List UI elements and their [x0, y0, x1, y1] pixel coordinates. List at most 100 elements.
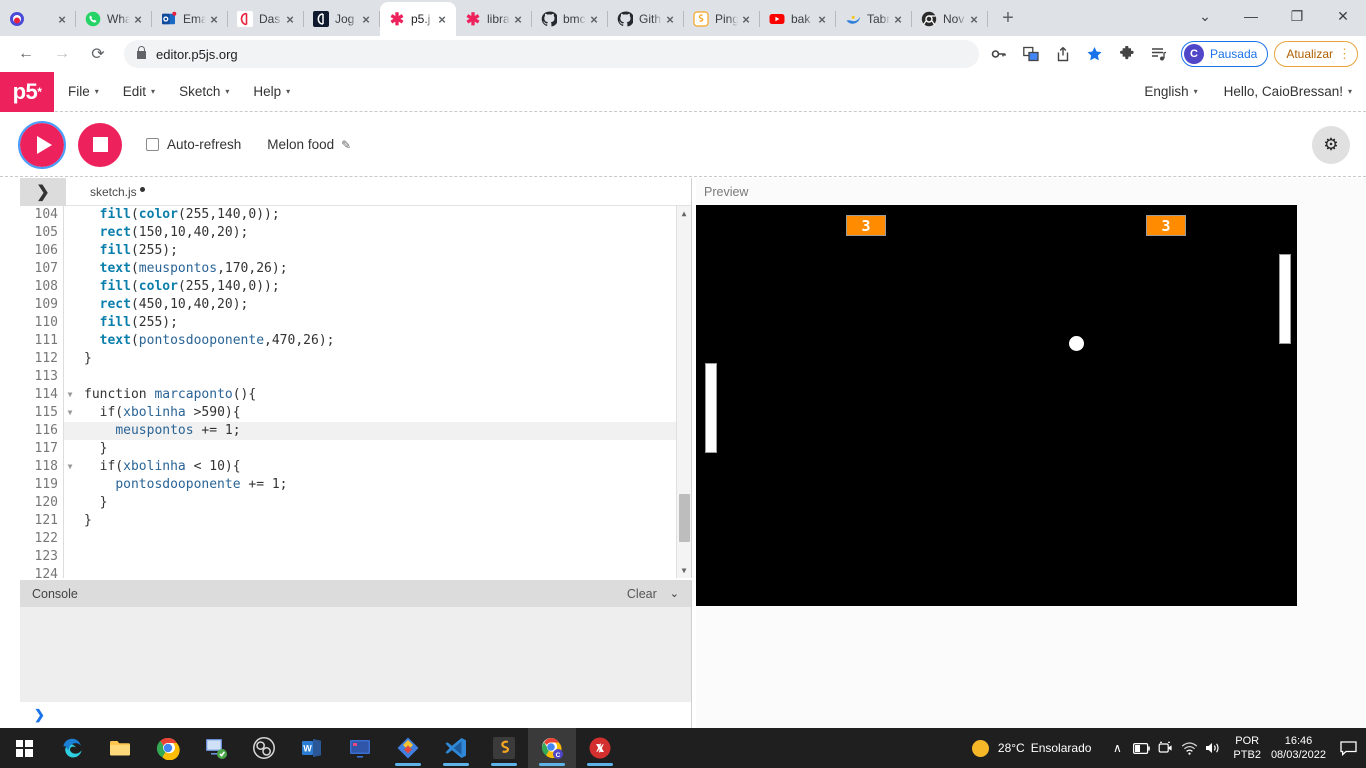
sketch-name-field[interactable]: Melon food ✎ — [267, 137, 351, 152]
settings-button[interactable]: ⚙ — [1312, 125, 1350, 164]
code-line[interactable]: 116 meuspontos += 1; — [20, 422, 691, 440]
browser-tab[interactable]: bmc × — [532, 2, 608, 36]
volume-icon[interactable] — [1201, 733, 1225, 763]
tab-close-icon[interactable]: × — [434, 11, 450, 27]
tab-close-icon[interactable]: × — [586, 11, 602, 27]
code-line[interactable]: 109 rect(450,10,40,20); — [20, 296, 691, 314]
code-fold-icon[interactable]: ▼ — [64, 404, 76, 422]
scroll-up-arrow[interactable]: ▲ — [677, 206, 691, 221]
code-line[interactable]: 115 ▼ if(xbolinha >590){ — [20, 404, 691, 422]
p5-menu-help[interactable]: Help ▾ — [253, 84, 290, 99]
p5-menu-file[interactable]: File ▾ — [68, 84, 99, 99]
tab-close-icon[interactable]: × — [662, 11, 678, 27]
code-line[interactable]: 113 — [20, 368, 691, 386]
browser-tab[interactable]: Wha × — [76, 2, 152, 36]
browser-tab[interactable]: Jog × — [304, 2, 380, 36]
profile-button[interactable]: C Pausada — [1180, 41, 1269, 67]
new-tab-button[interactable]: + — [994, 4, 1022, 32]
auto-refresh-checkbox[interactable] — [146, 138, 159, 151]
tab-close-icon[interactable]: × — [206, 11, 222, 27]
editor-scrollbar[interactable]: ▲ ▼ — [676, 206, 691, 578]
tab-close-icon[interactable]: × — [282, 11, 298, 27]
taskbar-word-button[interactable]: W — [288, 728, 336, 768]
close-window-button[interactable]: ✕ — [1320, 0, 1366, 32]
tab-close-icon[interactable]: × — [510, 11, 526, 27]
editor-scrollbar-thumb[interactable] — [679, 494, 690, 542]
taskbar-paint-net-button[interactable] — [384, 728, 432, 768]
code-line[interactable]: 104 fill(color(255,140,0)); — [20, 206, 691, 224]
taskbar-chrome-profile-button[interactable]: C — [528, 728, 576, 768]
code-line[interactable]: 117 } — [20, 440, 691, 458]
code-line[interactable]: 110 fill(255); — [20, 314, 691, 332]
code-line[interactable]: 111 text(pontosdooponente,470,26); — [20, 332, 691, 350]
taskbar-monitor-app-button[interactable] — [336, 728, 384, 768]
browser-tab[interactable]: Das × — [228, 2, 304, 36]
weather-widget[interactable]: 28°C Ensolarado — [971, 739, 1091, 757]
code-line[interactable]: 108 fill(color(255,140,0)); — [20, 278, 691, 296]
reading-list-icon[interactable] — [1146, 41, 1172, 67]
console-input[interactable]: ❯ — [20, 702, 691, 728]
maximize-button[interactable]: ❐ — [1274, 0, 1320, 32]
p5-menu-edit[interactable]: Edit ▾ — [123, 84, 155, 99]
browser-tab[interactable]: ✱ libra × — [456, 2, 532, 36]
minimize-button[interactable]: — — [1228, 0, 1274, 32]
code-line[interactable]: 121} — [20, 512, 691, 530]
language-selector[interactable]: English ▾ — [1144, 84, 1197, 99]
p5-menu-sketch[interactable]: Sketch ▾ — [179, 84, 229, 99]
forward-icon[interactable]: → — [48, 40, 76, 68]
camera-icon[interactable] — [1153, 733, 1177, 763]
translate-icon[interactable] — [1018, 41, 1044, 67]
auto-refresh-toggle[interactable]: Auto-refresh — [146, 137, 241, 152]
sketch-canvas[interactable]: 3 3 — [696, 205, 1297, 606]
taskbar-vscode-button[interactable] — [432, 728, 480, 768]
update-button[interactable]: Atualizar ⋮ — [1274, 41, 1358, 67]
code-line[interactable]: 107 text(meuspontos,170,26); — [20, 260, 691, 278]
reload-icon[interactable]: ⟳ — [84, 40, 112, 68]
chevron-down-icon[interactable]: ⌄ — [670, 587, 679, 600]
tab-close-icon[interactable]: × — [738, 11, 754, 27]
code-line[interactable]: 112} — [20, 350, 691, 368]
browser-tab[interactable]: Nov × — [912, 2, 988, 36]
stop-sketch-button[interactable] — [78, 122, 122, 167]
back-icon[interactable]: ← — [12, 40, 40, 68]
code-fold-icon[interactable]: ▼ — [64, 458, 76, 476]
pencil-edit-icon[interactable]: ✎ — [341, 138, 351, 152]
show-hidden-icons-chevron[interactable]: ∧ — [1105, 733, 1129, 763]
tab-search-button[interactable]: ⌄ — [1182, 0, 1228, 32]
browser-tab[interactable]: Ping × — [684, 2, 760, 36]
code-line[interactable]: 120 } — [20, 494, 691, 512]
tab-close-icon[interactable]: × — [54, 11, 70, 27]
browser-tab[interactable]: Ema × — [152, 2, 228, 36]
console-clear-button[interactable]: Clear — [627, 587, 657, 601]
p5-logo[interactable]: p5 * — [0, 71, 54, 112]
address-bar[interactable]: editor.p5js.org — [124, 40, 979, 68]
file-tab-sketch-js[interactable]: sketch.js — [90, 185, 145, 199]
code-line[interactable]: 106 fill(255); — [20, 242, 691, 260]
battery-icon[interactable] — [1129, 733, 1153, 763]
share-icon[interactable] — [1050, 41, 1076, 67]
notification-center-icon[interactable] — [1336, 740, 1360, 756]
start-button[interactable] — [0, 728, 48, 768]
taskbar-chrome-button[interactable] — [144, 728, 192, 768]
language-indicator[interactable]: POR PTB2 — [1233, 734, 1261, 762]
chrome-menu-icon[interactable]: ⋮ — [1338, 46, 1351, 62]
wifi-icon[interactable] — [1177, 733, 1201, 763]
run-sketch-button[interactable] — [18, 120, 66, 169]
tab-close-icon[interactable]: × — [130, 11, 146, 27]
browser-tab[interactable]: × — [0, 2, 76, 36]
extensions-puzzle-icon[interactable] — [1114, 41, 1140, 67]
code-line[interactable]: 118 ▼ if(xbolinha < 10){ — [20, 458, 691, 476]
taskbar-file-explorer-button[interactable] — [96, 728, 144, 768]
scroll-down-arrow[interactable]: ▼ — [677, 563, 691, 578]
browser-tab[interactable]: bak × — [760, 2, 836, 36]
taskbar-autohotkey-button[interactable] — [576, 728, 624, 768]
code-lines[interactable]: 104 fill(color(255,140,0)); 105 rect(150,… — [20, 206, 691, 578]
code-area[interactable]: 104 fill(color(255,140,0)); 105 rect(150,… — [20, 206, 691, 578]
browser-tab[interactable]: Gith × — [608, 2, 684, 36]
code-line[interactable]: 114 ▼ function marcaponto(){ — [20, 386, 691, 404]
taskbar-sublime-text-button[interactable] — [480, 728, 528, 768]
taskbar-remote-desktop-button[interactable] — [192, 728, 240, 768]
code-line[interactable]: 105 rect(150,10,40,20); — [20, 224, 691, 242]
tab-close-icon[interactable]: × — [814, 11, 830, 27]
password-key-icon[interactable] — [986, 41, 1012, 67]
